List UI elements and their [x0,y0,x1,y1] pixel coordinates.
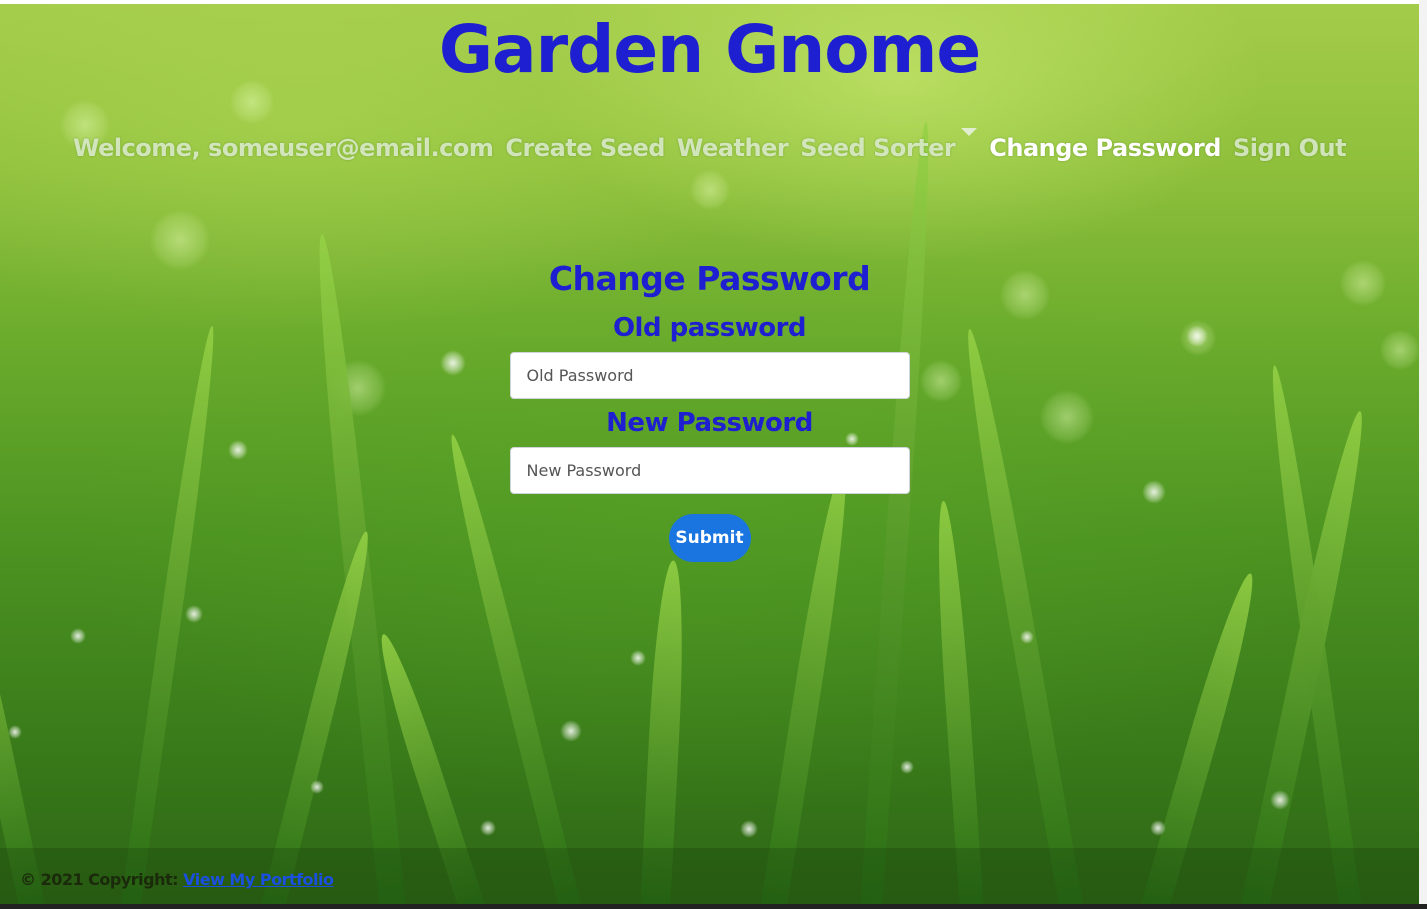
site-header: Garden Gnome [0,0,1419,90]
nav-welcome-user[interactable]: Welcome, someuser@email.com [73,134,494,162]
new-password-label: New Password [606,408,813,438]
nav-weather[interactable]: Weather [677,134,789,162]
footer: © 2021 Copyright: View My Portfolio [0,848,1419,904]
old-password-input[interactable] [509,352,910,399]
nav-sign-out[interactable]: Sign Out [1233,134,1347,162]
main-nav: Welcome, someuser@email.com Create Seed … [0,128,1419,162]
copyright-text: © 2021 Copyright: [20,870,184,889]
footer-text: © 2021 Copyright: View My Portfolio [20,870,334,889]
change-password-form: Change Password Old password New Passwor… [0,256,1419,562]
form-title: Change Password [548,259,871,298]
new-password-input[interactable] [509,447,910,494]
nav-create-seed[interactable]: Create Seed [505,134,665,162]
old-password-label: Old password [612,313,807,343]
portfolio-link[interactable]: View My Portfolio [183,870,334,889]
site-title: Garden Gnome [438,11,981,88]
nav-change-password[interactable]: Change Password [989,134,1221,162]
nav-seed-sorter-dropdown[interactable]: Seed Sorter [800,128,978,162]
nav-seed-sorter-label: Seed Sorter [800,134,956,162]
caret-down-icon [961,128,978,136]
window-scrollbar[interactable] [1419,0,1427,909]
bottom-edge [0,904,1427,909]
submit-button[interactable]: Submit [668,514,751,562]
